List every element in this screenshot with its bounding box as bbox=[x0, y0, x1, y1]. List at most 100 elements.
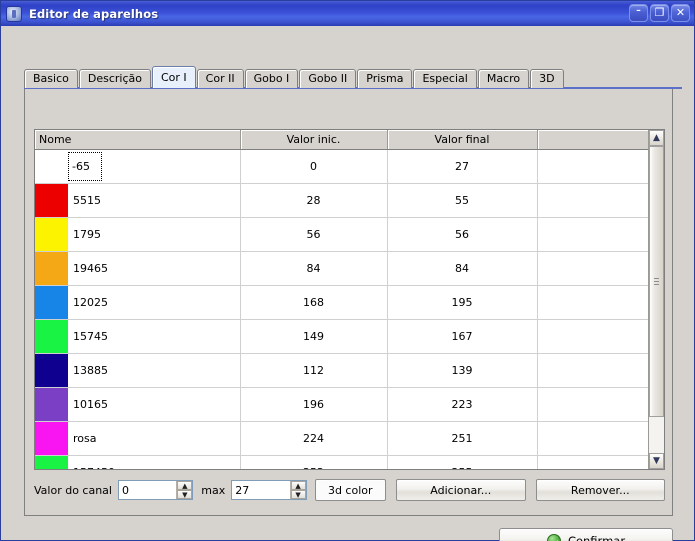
table-row[interactable]: 15745 149 167 bbox=[35, 319, 648, 354]
remove-button[interactable]: Remover... bbox=[535, 479, 666, 501]
cell-valor-inicial[interactable]: 196 bbox=[240, 387, 388, 422]
cell-nome[interactable]: 15745 bbox=[35, 319, 241, 354]
table-row[interactable]: 1795 56 56 bbox=[35, 217, 648, 252]
tab-basico[interactable]: Basico bbox=[24, 69, 78, 88]
cell-extra[interactable] bbox=[537, 285, 648, 320]
cell-valor-final[interactable]: 56 bbox=[387, 217, 538, 252]
cell-extra[interactable] bbox=[537, 251, 648, 286]
cell-valor-final[interactable]: 84 bbox=[387, 251, 538, 286]
scrollbar-thumb[interactable] bbox=[649, 146, 664, 417]
cell-valor-final[interactable]: 195 bbox=[387, 285, 538, 320]
cell-nome[interactable]: 19465 bbox=[35, 251, 241, 286]
cell-extra[interactable] bbox=[537, 353, 648, 388]
table-row[interactable]: 5515 28 55 bbox=[35, 183, 648, 218]
cell-nome[interactable]: 157450 bbox=[35, 455, 241, 470]
tab-3d[interactable]: 3D bbox=[530, 69, 564, 88]
cell-nome[interactable]: 1795 bbox=[35, 217, 241, 252]
color-swatch[interactable] bbox=[35, 183, 68, 217]
column-header-extra[interactable] bbox=[537, 130, 648, 150]
tab-gobo-i[interactable]: Gobo I bbox=[244, 69, 299, 88]
cell-extra[interactable] bbox=[537, 387, 648, 422]
color-name-label: 157450 bbox=[68, 456, 240, 470]
tab-cor-ii[interactable]: Cor II bbox=[196, 69, 244, 88]
grid-controls-row: Valor do canal 0 ▲ ▼ max 27 ▲ ▼ 3d color… bbox=[34, 478, 666, 502]
tab-label: Gobo II bbox=[308, 72, 348, 85]
color-swatch[interactable] bbox=[35, 421, 68, 455]
cell-valor-inicial[interactable]: 28 bbox=[240, 183, 388, 218]
cell-extra[interactable] bbox=[537, 421, 648, 456]
minimize-button[interactable]: – bbox=[629, 4, 648, 22]
color-swatch[interactable] bbox=[35, 387, 68, 421]
confirm-button[interactable]: Confirmar bbox=[499, 528, 673, 541]
column-header-nome[interactable]: Nome bbox=[35, 130, 241, 150]
add-button[interactable]: Adicionar... bbox=[395, 479, 526, 501]
tab-descri-o[interactable]: Descrição bbox=[78, 69, 151, 88]
cell-nome[interactable]: 10165 bbox=[35, 387, 241, 422]
cell-extra[interactable] bbox=[537, 319, 648, 354]
color-swatch[interactable] bbox=[35, 319, 68, 353]
3d-color-button[interactable]: 3d color bbox=[314, 479, 386, 501]
cell-valor-inicial[interactable]: 56 bbox=[240, 217, 388, 252]
cell-extra[interactable] bbox=[537, 217, 648, 252]
scrollbar-grip-icon bbox=[654, 277, 659, 286]
grid-vertical-scrollbar[interactable]: ▲ ▼ bbox=[648, 130, 664, 469]
scrollbar-track[interactable] bbox=[649, 146, 664, 453]
color-name-label: -65 bbox=[68, 151, 102, 181]
table-row[interactable]: 19465 84 84 bbox=[35, 251, 648, 286]
tab-cor-i[interactable]: Cor I bbox=[151, 66, 196, 88]
channel-value-stepper[interactable]: 0 ▲ ▼ bbox=[117, 480, 194, 500]
scroll-down-button[interactable]: ▼ bbox=[649, 453, 664, 469]
cell-extra[interactable] bbox=[537, 183, 648, 218]
close-button[interactable]: ✕ bbox=[671, 4, 690, 22]
cell-valor-final[interactable]: 255 bbox=[387, 455, 538, 469]
max-value-spin-down[interactable]: ▼ bbox=[290, 490, 306, 499]
column-header-valor-final[interactable]: Valor final bbox=[387, 130, 538, 150]
table-row[interactable]: 10165 196 223 bbox=[35, 387, 648, 422]
color-swatch[interactable] bbox=[35, 353, 68, 387]
cell-extra[interactable] bbox=[537, 455, 648, 469]
channel-value-spin-up[interactable]: ▲ bbox=[177, 481, 193, 490]
maximize-button[interactable]: ❐ bbox=[650, 4, 669, 22]
color-swatch[interactable] bbox=[35, 150, 68, 183]
max-value-input[interactable]: 27 bbox=[232, 481, 290, 499]
cell-valor-inicial[interactable]: 84 bbox=[240, 251, 388, 286]
cell-nome[interactable]: 12025 bbox=[35, 285, 241, 320]
table-row[interactable]: 13885 112 139 bbox=[35, 353, 648, 388]
max-value-stepper[interactable]: 27 ▲ ▼ bbox=[231, 480, 307, 500]
tab-gobo-ii[interactable]: Gobo II bbox=[299, 69, 357, 88]
cell-valor-inicial[interactable]: 0 bbox=[240, 149, 388, 184]
color-swatch[interactable] bbox=[35, 455, 68, 469]
cell-nome[interactable]: -65 bbox=[35, 149, 241, 184]
channel-value-spin-down[interactable]: ▼ bbox=[177, 490, 193, 499]
tab-especial[interactable]: Especial bbox=[413, 69, 477, 88]
cell-extra[interactable] bbox=[537, 149, 648, 184]
cell-valor-inicial[interactable]: 168 bbox=[240, 285, 388, 320]
max-value-spin-up[interactable]: ▲ bbox=[290, 481, 306, 490]
table-row[interactable]: 12025 168 195 bbox=[35, 285, 648, 320]
cell-valor-final[interactable]: 139 bbox=[387, 353, 538, 388]
tab-macro[interactable]: Macro bbox=[477, 69, 530, 88]
cell-valor-inicial[interactable]: 252 bbox=[240, 455, 388, 469]
color-swatch[interactable] bbox=[35, 251, 68, 285]
cell-valor-final[interactable]: 223 bbox=[387, 387, 538, 422]
color-swatch[interactable] bbox=[35, 285, 68, 319]
cell-nome[interactable]: 5515 bbox=[35, 183, 241, 218]
cell-valor-final[interactable]: 27 bbox=[387, 149, 538, 184]
tab-prisma[interactable]: Prisma bbox=[357, 69, 413, 88]
color-swatch[interactable] bbox=[35, 217, 68, 251]
scroll-up-button[interactable]: ▲ bbox=[649, 130, 664, 146]
cell-valor-final[interactable]: 55 bbox=[387, 183, 538, 218]
table-row[interactable]: -65 0 27 bbox=[35, 149, 648, 184]
channel-value-input[interactable]: 0 bbox=[118, 481, 177, 499]
cell-valor-inicial[interactable]: 149 bbox=[240, 319, 388, 354]
cell-valor-final[interactable]: 167 bbox=[387, 319, 538, 354]
cell-nome[interactable]: 13885 bbox=[35, 353, 241, 388]
cell-valor-inicial[interactable]: 224 bbox=[240, 421, 388, 456]
cell-nome[interactable]: rosa bbox=[35, 421, 241, 456]
cell-valor-final[interactable]: 251 bbox=[387, 421, 538, 456]
table-row[interactable]: 157450252255 bbox=[35, 455, 648, 469]
table-row[interactable]: rosa 224 251 bbox=[35, 421, 648, 456]
cell-valor-inicial[interactable]: 112 bbox=[240, 353, 388, 388]
column-header-valor-inic[interactable]: Valor inic. bbox=[240, 130, 388, 150]
channel-value-spin-buttons: ▲ ▼ bbox=[176, 481, 193, 499]
